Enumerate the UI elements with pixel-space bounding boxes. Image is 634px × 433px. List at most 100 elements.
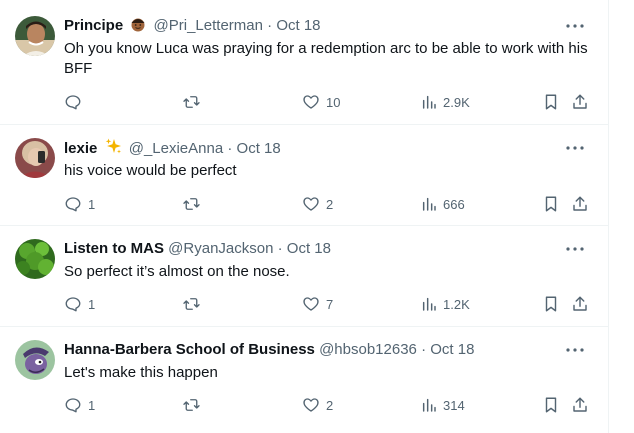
bookmark-icon: [545, 94, 557, 110]
tweet-actions: 10 2.9K: [64, 92, 594, 112]
tweet[interactable]: lexie @_LexieAnna · Oct 18 his voice wou…: [0, 125, 608, 226]
like-button[interactable]: 7: [302, 294, 333, 314]
heart-icon: [303, 197, 319, 211]
like-count: 2: [326, 196, 334, 212]
like-button[interactable]: 2: [302, 194, 333, 214]
avatar[interactable]: [15, 16, 55, 56]
more-dots-icon: [566, 24, 584, 28]
reply-icon: [65, 398, 81, 413]
bookmark-icon: [545, 196, 557, 212]
reply-button[interactable]: 1: [64, 294, 95, 314]
separator: ·: [421, 341, 427, 358]
avatar[interactable]: [15, 138, 55, 178]
separator: ·: [267, 17, 273, 34]
reply-count: 1: [88, 196, 96, 212]
retweet-button[interactable]: [182, 395, 207, 415]
heart-icon: [303, 398, 319, 412]
more-options-button[interactable]: [564, 16, 586, 36]
tweet-actions: 1 2 314: [64, 395, 594, 415]
bookmark-button[interactable]: [542, 294, 560, 314]
avatar-photo-icon: [15, 138, 55, 178]
reply-button[interactable]: 1: [64, 194, 95, 214]
share-button[interactable]: [571, 194, 589, 214]
views-count: 314: [443, 397, 465, 413]
handle[interactable]: @Pri_Letterman: [154, 17, 263, 34]
tweet[interactable]: Hanna-Barbera School of Business @hbsob1…: [0, 327, 608, 433]
share-icon: [573, 397, 587, 412]
bookmark-icon: [545, 296, 557, 312]
tweet-actions: 1 7 1.2K: [64, 294, 594, 314]
avatar[interactable]: [15, 239, 55, 279]
reply-icon: [65, 297, 81, 312]
avatar[interactable]: [15, 340, 55, 380]
views-bar-chart-icon: [422, 197, 436, 211]
share-icon: [573, 296, 587, 311]
views-button[interactable]: 666: [421, 194, 465, 214]
reply-count: 1: [88, 296, 96, 312]
retweet-button[interactable]: [182, 294, 207, 314]
views-button[interactable]: 1.2K: [421, 294, 470, 314]
retweet-icon: [183, 198, 200, 210]
display-name[interactable]: Hanna-Barbera School of Business: [64, 341, 315, 358]
share-button[interactable]: [571, 294, 589, 314]
handle[interactable]: @hbsob12636: [319, 341, 417, 358]
timestamp[interactable]: Oct 18: [430, 341, 474, 358]
display-name[interactable]: lexie: [64, 140, 97, 157]
share-button[interactable]: [571, 92, 589, 112]
bookmark-icon: [545, 397, 557, 413]
handle[interactable]: @_LexieAnna: [129, 140, 223, 157]
bookmark-button[interactable]: [542, 92, 560, 112]
tweet-header: Hanna-Barbera School of Business @hbsob1…: [64, 340, 568, 360]
like-count: 7: [326, 296, 334, 312]
separator: ·: [277, 240, 283, 257]
display-name[interactable]: Listen to MAS: [64, 240, 164, 257]
reply-count: 1: [88, 397, 96, 413]
tweet[interactable]: Listen to MAS @RyanJackson · Oct 18 So p…: [0, 226, 608, 327]
more-dots-icon: [566, 348, 584, 352]
reply-button[interactable]: [64, 92, 88, 112]
views-count: 2.9K: [443, 94, 470, 110]
avatar-photo-icon: [15, 16, 55, 56]
handle[interactable]: @RyanJackson: [168, 240, 273, 257]
tweet-actions: 1 2 666: [64, 194, 594, 214]
tweet-text: his voice would be perfect: [64, 162, 237, 179]
retweet-icon: [183, 399, 200, 411]
emoji-face-icon: [130, 16, 146, 38]
avatar-cartoon-icon: [15, 340, 55, 380]
timestamp[interactable]: Oct 18: [237, 140, 281, 157]
like-button[interactable]: 10: [302, 92, 340, 112]
views-count: 1.2K: [443, 296, 470, 312]
tweet-text: Oh you know Luca was praying for a redem…: [64, 40, 588, 77]
timestamp[interactable]: Oct 18: [276, 17, 320, 34]
tweet-header: lexie @_LexieAnna · Oct 18: [64, 138, 568, 161]
avatar-photo-icon: [15, 239, 55, 279]
reply-feed: Principe @Pri_Letterman · Oct 18 Oh you …: [0, 0, 609, 433]
views-bar-chart-icon: [422, 95, 436, 109]
views-button[interactable]: 2.9K: [421, 92, 470, 112]
reply-button[interactable]: 1: [64, 395, 95, 415]
like-button[interactable]: 2: [302, 395, 333, 415]
retweet-button[interactable]: [182, 194, 207, 214]
retweet-button[interactable]: [182, 92, 207, 112]
sparkles-icon: [105, 138, 122, 161]
more-options-button[interactable]: [564, 340, 586, 360]
reply-icon: [65, 197, 81, 212]
more-options-button[interactable]: [564, 138, 586, 158]
display-name[interactable]: Principe: [64, 17, 123, 34]
share-icon: [573, 196, 587, 211]
tweet-header: Listen to MAS @RyanJackson · Oct 18: [64, 239, 568, 259]
bookmark-button[interactable]: [542, 395, 560, 415]
tweet-text: Let's make this happen: [64, 364, 218, 381]
views-button[interactable]: 314: [421, 395, 465, 415]
more-options-button[interactable]: [564, 239, 586, 259]
tweet[interactable]: Principe @Pri_Letterman · Oct 18 Oh you …: [0, 0, 608, 125]
separator: ·: [227, 140, 233, 157]
like-count: 10: [326, 94, 341, 110]
views-count: 666: [443, 196, 465, 212]
timestamp[interactable]: Oct 18: [287, 240, 331, 257]
heart-icon: [303, 297, 319, 311]
share-button[interactable]: [571, 395, 589, 415]
share-icon: [573, 94, 587, 109]
more-dots-icon: [566, 146, 584, 150]
bookmark-button[interactable]: [542, 194, 560, 214]
